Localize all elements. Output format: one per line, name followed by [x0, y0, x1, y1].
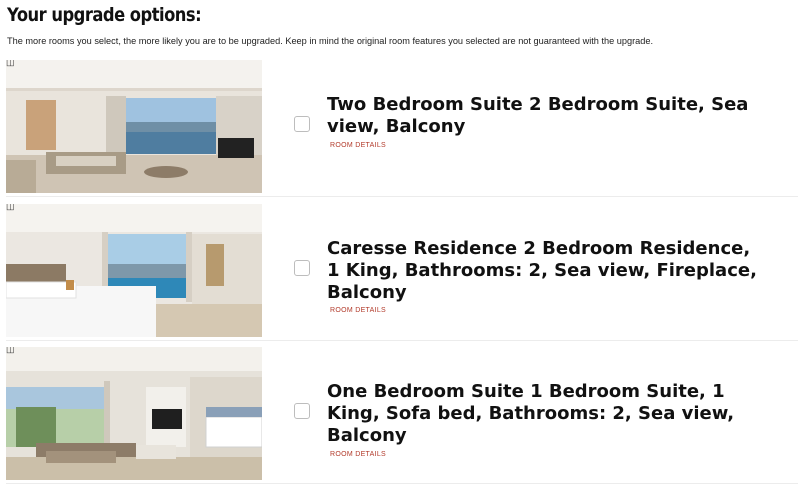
room-details-link[interactable]: ROOM DETAILS: [330, 142, 386, 149]
residence-bedroom-image: [6, 204, 262, 337]
room-select-checkbox[interactable]: [294, 116, 310, 132]
room-photo[interactable]: ◫: [6, 204, 262, 337]
page-heading: Your upgrade options:: [7, 4, 202, 26]
room-details-link[interactable]: ROOM DETAILS: [330, 451, 386, 458]
room-title: One Bedroom Suite 1 Bedroom Suite, 1 Kin…: [327, 381, 735, 446]
room-title: Caresse Residence 2 Bedroom Residence, 1…: [327, 238, 757, 303]
gallery-icon: ◫: [6, 347, 15, 354]
gallery-icon: ◫: [6, 60, 15, 67]
upgrade-info-text: The more rooms you select, the more like…: [7, 36, 654, 46]
room-details-link[interactable]: ROOM DETAILS: [330, 307, 386, 314]
one-bedroom-suite-image: [6, 347, 262, 480]
room-option: ◫ Two Bedroom Suite 2 Bedroom Suite, Sea…: [6, 60, 798, 197]
room-photo[interactable]: ◫: [6, 347, 262, 480]
suite-living-room-image: [6, 60, 262, 193]
room-photo[interactable]: ◫: [6, 60, 262, 193]
room-title: Two Bedroom Suite 2 Bedroom Suite, Sea v…: [327, 94, 749, 137]
room-select-checkbox[interactable]: [294, 403, 310, 419]
gallery-icon: ◫: [6, 204, 15, 211]
room-option: ◫ Caresse Residence 2 Bedroom Residence,…: [6, 204, 798, 341]
room-select-checkbox[interactable]: [294, 260, 310, 276]
room-option: ◫ One Bedroom Suite 1 Bedroom Suite, 1 K…: [6, 347, 798, 484]
